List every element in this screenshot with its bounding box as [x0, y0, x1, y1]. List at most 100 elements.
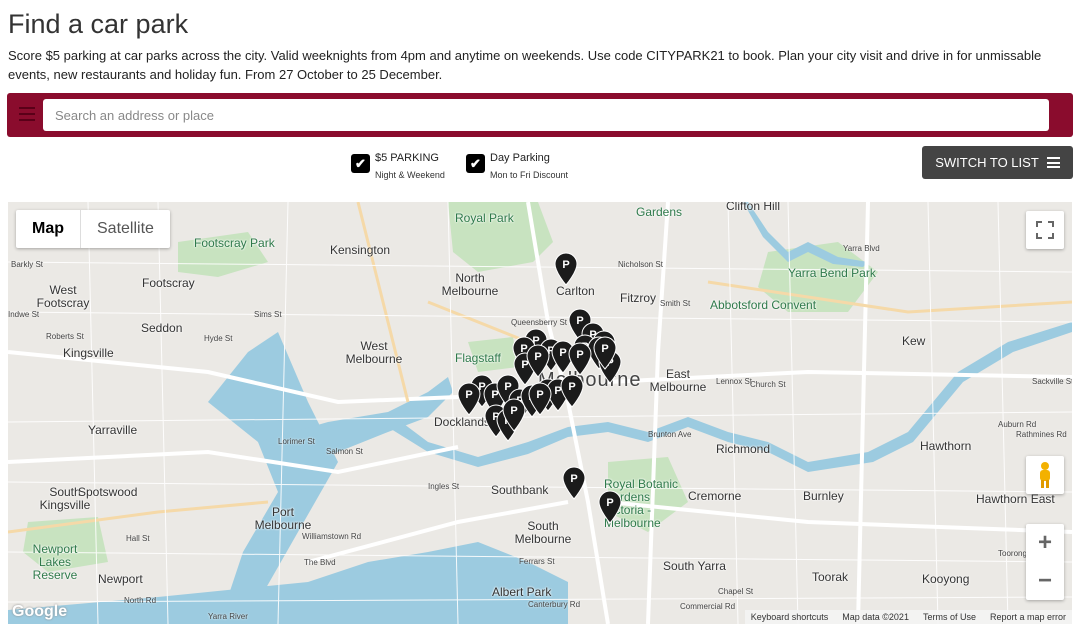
svg-text:P: P: [465, 389, 472, 401]
search-bar: [7, 93, 1073, 137]
map-label: Albert Park: [492, 585, 552, 599]
street-label: The Blvd: [304, 558, 336, 567]
svg-text:P: P: [570, 473, 577, 485]
car-park-pin[interactable]: P: [528, 382, 552, 416]
street-label: Queensberry St: [511, 318, 568, 327]
map-type-map-button[interactable]: Map: [16, 210, 80, 248]
map-label: Toorak: [812, 570, 849, 584]
street-label: Barkly St: [11, 260, 44, 269]
map-label: South Yarra: [663, 559, 726, 573]
map-label: Richmond: [716, 442, 771, 456]
street-label: Sims St: [254, 310, 282, 319]
page-title: Find a car park: [8, 9, 189, 39]
street-label: Ferrars St: [519, 557, 555, 566]
filter-sublabel: Mon to Fri Discount: [490, 170, 569, 180]
car-park-pin[interactable]: P: [598, 490, 622, 524]
street-label: Lennox St: [716, 377, 753, 386]
car-park-pin[interactable]: P: [502, 398, 526, 432]
terms-link[interactable]: Terms of Use: [923, 612, 976, 622]
map-label: Fitzroy: [620, 291, 656, 305]
filter-label: $5 PARKING: [375, 152, 439, 164]
street-label: Brunton Ave: [648, 430, 692, 439]
fullscreen-icon: [1036, 221, 1054, 239]
map-label: Burnley: [803, 489, 844, 503]
car-park-pin[interactable]: P: [526, 344, 550, 378]
car-park-pin[interactable]: P: [593, 336, 617, 370]
map-label: East Melbourne: [649, 367, 707, 394]
map-label: Southbank: [491, 483, 549, 497]
svg-text:P: P: [568, 381, 575, 393]
street-label: Rathmines Rd: [1016, 430, 1067, 439]
map-label: Kew: [902, 334, 926, 348]
map-label: Seddon: [141, 321, 183, 335]
map-attribution: Keyboard shortcuts Map data ©2021 Terms …: [744, 610, 1072, 624]
map-data-text: Map data ©2021: [842, 612, 909, 622]
map-label: Flagstaff: [455, 351, 501, 365]
list-icon: [1046, 157, 1060, 168]
map-label: Yarraville: [88, 423, 138, 437]
keyboard-shortcuts-link[interactable]: Keyboard shortcuts: [751, 612, 829, 622]
pegman-icon: [1040, 462, 1050, 488]
filter-label: Day Parking: [490, 152, 550, 164]
street-label: Hall St: [126, 534, 150, 543]
filter-sublabel: Night & Weekend: [375, 170, 445, 180]
map-label: Hawthorn East: [976, 492, 1055, 506]
map-label: Clifton Hill: [726, 202, 781, 213]
parking-marker-icon: P: [457, 382, 481, 416]
street-label: Lorimer St: [278, 437, 315, 446]
street-label: Yarra Blvd: [843, 244, 880, 253]
switch-to-list-button[interactable]: SWITCH TO LIST: [922, 146, 1073, 179]
street-label: Hyde St: [204, 334, 233, 343]
parking-marker-icon: P: [593, 336, 617, 370]
parking-marker-icon: P: [568, 342, 592, 376]
zoom-in-button[interactable]: +: [1026, 524, 1064, 562]
street-label: Indwe St: [8, 310, 40, 319]
map-label: Kensington: [330, 243, 391, 257]
map-type-satellite-button[interactable]: Satellite: [80, 210, 170, 248]
map-label: Newport: [98, 572, 143, 586]
map-label: Docklands: [434, 415, 491, 429]
street-label: Canterbury Rd: [528, 600, 581, 609]
google-logo: Google: [12, 603, 68, 620]
filter-day-parking[interactable]: ✔ Day Parking Mon to Fri Discount: [466, 152, 568, 180]
car-park-pin[interactable]: P: [457, 382, 481, 416]
car-park-pin[interactable]: P: [562, 466, 586, 500]
map-label: Kooyong: [922, 572, 970, 586]
parking-marker-icon: P: [528, 382, 552, 416]
map-label: Spotswood: [78, 485, 138, 499]
street-label: Chapel St: [718, 587, 754, 596]
map-label: West Footscray: [36, 283, 90, 310]
fullscreen-button[interactable]: [1026, 211, 1064, 249]
svg-text:P: P: [576, 349, 583, 361]
menu-icon[interactable]: [19, 107, 35, 121]
checkbox-day-parking[interactable]: ✔: [466, 154, 485, 173]
street-label: Williamstown Rd: [302, 532, 362, 541]
find-car-park-page: Find a car park Score $5 parking at car …: [0, 0, 1080, 629]
street-label: Salmon St: [326, 447, 363, 456]
checkbox-five-dollar-parking[interactable]: ✔: [351, 154, 370, 173]
street-label: Auburn Rd: [998, 420, 1037, 429]
street-label: North Rd: [124, 596, 157, 605]
zoom-control: + −: [1026, 524, 1064, 600]
zoom-out-button[interactable]: −: [1026, 562, 1064, 600]
map-canvas[interactable]: Map Satellite Royal Park Clifton Hill Foot…: [8, 202, 1072, 624]
report-error-link[interactable]: Report a map error: [990, 612, 1066, 622]
filter-five-dollar-parking[interactable]: ✔ $5 PARKING Night & Weekend: [351, 152, 445, 180]
map-label: West Melbourne: [345, 339, 403, 366]
search-input[interactable]: [43, 99, 1049, 131]
street-view-pegman[interactable]: [1026, 456, 1064, 494]
map-label: Yarra Bend Park: [788, 266, 876, 280]
car-park-pin[interactable]: P: [560, 374, 584, 408]
parking-marker-icon: P: [502, 398, 526, 432]
svg-text:P: P: [510, 405, 517, 417]
map-label: Abbotsford Convent: [710, 298, 817, 312]
map-type-control: Map Satellite: [16, 210, 170, 248]
street-label: Ingles St: [428, 482, 460, 491]
map-label: Carlton: [556, 284, 595, 298]
svg-text:P: P: [536, 389, 543, 401]
map-label: Footscray: [142, 276, 195, 290]
map-label: Newport Lakes Reserve: [32, 542, 78, 582]
car-park-pin[interactable]: P: [568, 342, 592, 376]
car-park-pin[interactable]: P: [554, 252, 578, 286]
map-label: North Melbourne: [441, 271, 499, 298]
